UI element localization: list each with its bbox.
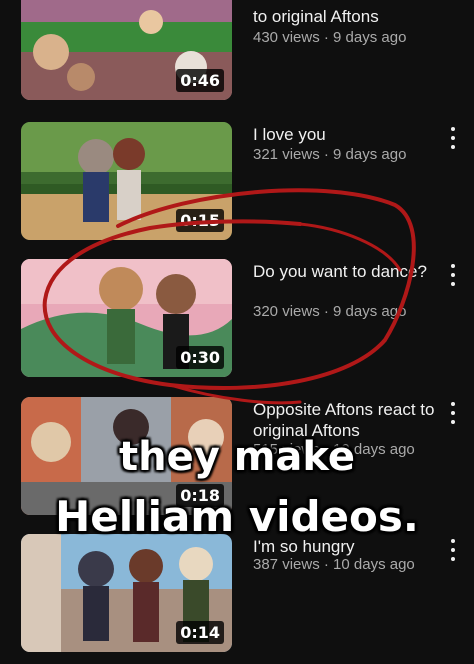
duration-badge: 0:46 — [176, 69, 224, 92]
more-vert-icon[interactable] — [446, 400, 460, 426]
meme-caption-line-2: Helliam videos. — [55, 492, 419, 541]
duration-badge: 0:14 — [176, 621, 224, 644]
video-meta: 320 views · 9 days ago — [253, 303, 407, 320]
video-item[interactable]: 0:15 I love you 321 views · 9 days ago — [0, 122, 474, 252]
video-thumbnail[interactable]: 0:46 — [21, 0, 232, 100]
video-meta: 430 views · 9 days ago — [253, 29, 407, 46]
video-item[interactable]: 0:14 I'm so hungry 387 views · 10 days a… — [0, 534, 474, 664]
duration-badge: 0:15 — [176, 209, 224, 232]
meme-caption-line-1: they make — [118, 434, 356, 480]
duration-badge: 0:30 — [176, 346, 224, 369]
video-title[interactable]: I love you — [253, 124, 443, 145]
video-title[interactable]: Do you want to dance? — [253, 261, 443, 282]
video-item[interactable]: 0:30 Do you want to dance? 320 views · 9… — [0, 259, 474, 389]
video-meta: 387 views · 10 days ago — [253, 556, 415, 573]
more-vert-icon[interactable] — [446, 262, 460, 288]
video-thumbnail[interactable]: 0:30 — [21, 259, 232, 377]
more-vert-icon[interactable] — [446, 125, 460, 151]
video-title[interactable]: to original Aftons — [253, 6, 443, 27]
video-thumbnail[interactable]: 0:15 — [21, 122, 232, 240]
video-thumbnail[interactable]: 0:14 — [21, 534, 232, 652]
video-item[interactable]: 0:46 to original Aftons 430 views · 9 da… — [0, 0, 474, 112]
video-meta: 321 views · 9 days ago — [253, 146, 407, 163]
